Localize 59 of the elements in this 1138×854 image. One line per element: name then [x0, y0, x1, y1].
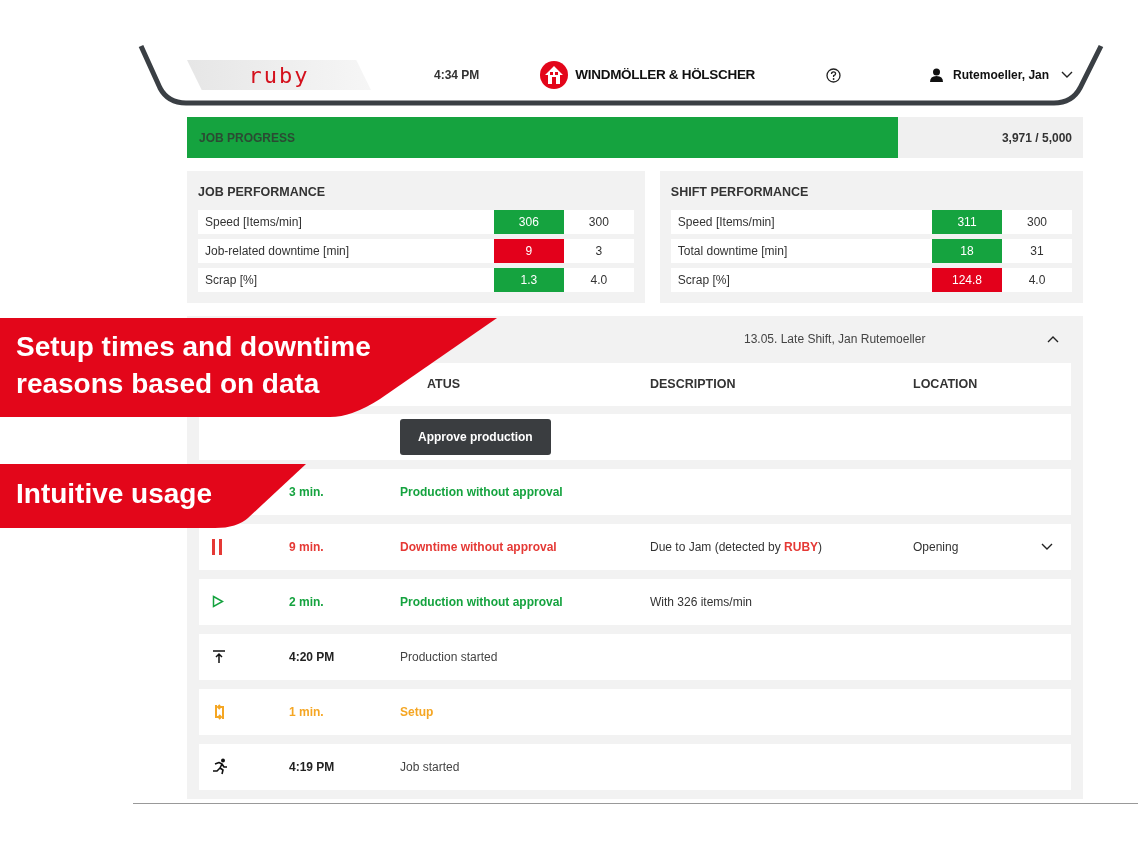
panel-title: JOB PERFORMANCE [198, 184, 327, 201]
metric-target: 31 [1029, 242, 1045, 260]
metric-label: Speed [Items/min] [676, 213, 776, 231]
duration-text: 3 min. [289, 483, 325, 501]
user-name[interactable]: Rutemoeller, Jan [953, 66, 1050, 84]
callout-text: Intuitive usage [16, 477, 213, 511]
metric-label: Scrap [%] [204, 271, 259, 289]
status-text: Production started [400, 648, 499, 666]
metric-value: 306 [493, 209, 564, 234]
status-text: Downtime without approval [400, 538, 558, 556]
status-text: Job started [400, 758, 461, 776]
house-logo-icon [539, 60, 570, 90]
metric-label: Job-related downtime [min] [204, 242, 351, 260]
metric-label: Total downtime [min] [676, 242, 789, 260]
status-text: Setup [400, 703, 435, 721]
progress-label: JOB PROGRESS [198, 129, 296, 147]
column-header: ATUS [427, 375, 462, 393]
duration-text: 4:19 PM [289, 758, 336, 776]
chevron-down-icon[interactable] [1041, 542, 1053, 551]
pause-icon [212, 538, 222, 555]
metric-value: 18 [932, 238, 1002, 263]
metric-value: 311 [932, 209, 1002, 234]
duration-text: 2 min. [289, 593, 325, 611]
shift-title: 13.05. Late Shift, Jan Rutemoeller [744, 331, 926, 349]
metric-target: 4.0 [1027, 271, 1047, 289]
status-text: Production without approval [400, 483, 564, 501]
metric-value: 9 [493, 238, 564, 263]
status-text: Production without approval [400, 593, 564, 611]
metric-target: 300 [1026, 213, 1048, 231]
clock-time: 4:34 PM [434, 67, 480, 84]
panel-title: SHIFT PERFORMANCE [670, 184, 810, 201]
user-icon[interactable] [930, 68, 944, 82]
metric-value: 1.3 [493, 267, 564, 292]
upload-arrow-icon [212, 649, 226, 664]
metric-label: Scrap [%] [676, 271, 731, 289]
logo-text: ruby [248, 61, 310, 90]
duration-text: 1 min. [289, 703, 325, 721]
column-header: DESCRIPTION [650, 375, 737, 393]
running-person-icon [212, 758, 228, 776]
swap-arrows-icon [212, 703, 227, 720]
approve-button[interactable]: Approve production [400, 418, 551, 455]
chevron-up-icon[interactable] [1047, 335, 1059, 344]
callout-text: Setup times and downtime reasons based on data [16, 330, 372, 401]
metric-label: Speed [Items/min] [204, 213, 303, 231]
description-text: Due to Jam (detected by RUBY) [650, 538, 824, 556]
progress-reading: 3,971 / 5,000 [1001, 129, 1073, 147]
help-icon[interactable] [826, 67, 842, 83]
description-text: With 326 items/min [650, 593, 754, 611]
duration-text: 4:20 PM [289, 648, 336, 666]
location-text: Opening [913, 538, 960, 556]
metric-target: 4.0 [589, 271, 609, 289]
brand-name: WINDMÖLLER & HÖLSCHER [575, 65, 756, 84]
column-header: LOCATION [913, 375, 979, 393]
duration-text: 9 min. [289, 538, 325, 556]
metric-target: 3 [594, 242, 604, 260]
metric-target: 300 [587, 213, 610, 231]
metric-value: 124.8 [932, 267, 1002, 292]
chevron-down-icon[interactable] [1061, 71, 1074, 79]
play-icon [212, 595, 224, 609]
